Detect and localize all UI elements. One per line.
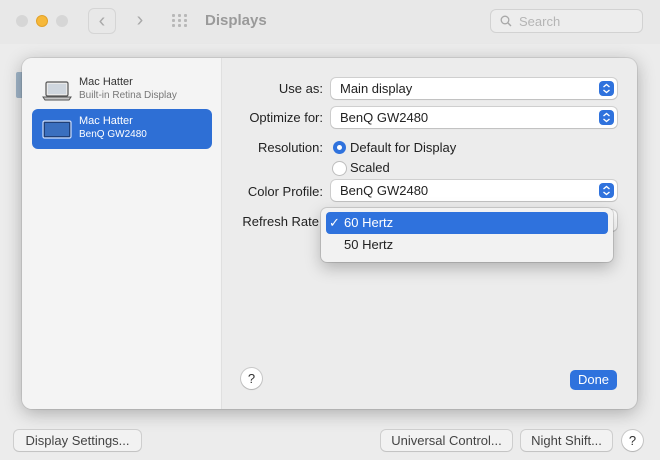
title-bar: ‹ › Displays [0, 0, 660, 44]
optimize-for-label: Optimize for: [249, 110, 323, 125]
help-button[interactable]: ? [241, 368, 262, 389]
updown-arrows-icon [599, 81, 614, 96]
resolution-label: Resolution: [257, 140, 323, 155]
use-as-label: Use as: [278, 81, 323, 96]
forward-button[interactable]: › [126, 8, 154, 34]
resolution-default-radio[interactable] [333, 141, 346, 154]
color-profile-popup[interactable]: BenQ GW2480 [331, 180, 617, 201]
search-icon [500, 15, 512, 27]
menu-item-60-hertz[interactable]: ✓ 60 Hertz [326, 212, 608, 234]
search-input[interactable] [519, 13, 637, 29]
use-as-popup[interactable]: Main display [331, 78, 617, 99]
back-button[interactable]: ‹ [88, 8, 116, 34]
updown-arrows-icon [599, 183, 614, 198]
monitor-icon [42, 120, 72, 139]
menu-item-label: 60 Hertz [344, 215, 394, 230]
bottom-help-button[interactable]: ? [622, 430, 643, 451]
resolution-default-label[interactable]: Default for Display [350, 140, 456, 155]
display-list-sidebar: Mac Hatter Built-in Retina Display Mac H… [22, 58, 222, 409]
universal-control-button[interactable]: Universal Control... [381, 430, 512, 451]
refresh-rate-menu: ✓ 60 Hertz 50 Hertz [321, 208, 613, 262]
checkmark-icon: ✓ [329, 215, 340, 230]
optimize-for-value: BenQ GW2480 [340, 110, 429, 125]
color-profile-value: BenQ GW2480 [340, 183, 429, 198]
menu-item-50-hertz[interactable]: 50 Hertz [326, 234, 608, 256]
resolution-scaled-radio[interactable] [333, 162, 346, 175]
display-name: Mac Hatter [79, 76, 133, 88]
use-as-value: Main display [340, 81, 413, 96]
close-window-button[interactable] [16, 15, 28, 27]
display-list-item-benq[interactable]: Mac Hatter BenQ GW2480 [32, 109, 212, 149]
display-list-item-built-in[interactable]: Mac Hatter Built-in Retina Display [32, 70, 212, 110]
resolution-scaled-label[interactable]: Scaled [350, 160, 390, 175]
done-button[interactable]: Done [570, 370, 617, 390]
minimize-window-button[interactable] [36, 15, 48, 27]
display-subtitle: BenQ GW2480 [79, 129, 147, 140]
zoom-window-button[interactable] [56, 15, 68, 27]
chevron-right-icon: › [136, 9, 144, 31]
window-title: Displays [205, 12, 267, 29]
display-subtitle: Built-in Retina Display [79, 90, 177, 101]
refresh-rate-label: Refresh Rate [242, 214, 319, 229]
search-field[interactable] [490, 9, 643, 33]
display-name: Mac Hatter [79, 115, 133, 127]
menu-item-label: 50 Hertz [344, 237, 394, 252]
laptop-icon [42, 81, 72, 101]
night-shift-button[interactable]: Night Shift... [521, 430, 612, 451]
show-all-grid-icon[interactable] [172, 14, 188, 28]
optimize-for-popup[interactable]: BenQ GW2480 [331, 107, 617, 128]
chevron-left-icon: ‹ [98, 10, 106, 32]
color-profile-label: Color Profile: [247, 184, 323, 199]
updown-arrows-icon [599, 110, 614, 125]
display-settings-button[interactable]: Display Settings... [14, 430, 141, 451]
